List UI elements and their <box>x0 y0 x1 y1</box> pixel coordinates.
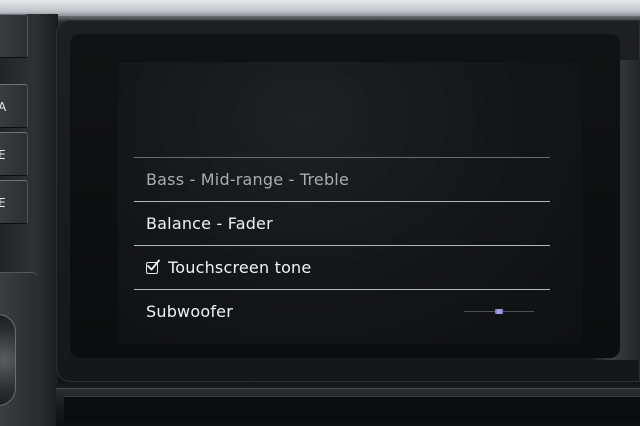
volume-knob[interactable] <box>0 314 16 406</box>
lower-slot <box>64 396 640 423</box>
hardware-button-e1[interactable]: E <box>0 132 28 176</box>
menu-item-label: Bass - Mid-range - Treble <box>146 170 349 189</box>
head-unit: A E E Bass - Mid-range - Treble Balance … <box>0 0 640 426</box>
sound-settings-menu: Bass - Mid-range - Treble Balance - Fade… <box>134 157 550 333</box>
hardware-button-label: A <box>0 85 6 127</box>
checkmark-icon <box>147 259 160 270</box>
menu-item-balance-fader[interactable]: Balance - Fader <box>134 202 550 245</box>
checkbox-checked-icon[interactable] <box>146 259 160 274</box>
menu-item-subwoofer[interactable]: Subwoofer <box>134 290 550 333</box>
hardware-button-label: E <box>0 133 6 175</box>
hardware-button-a[interactable]: A <box>0 84 28 128</box>
subwoofer-slider-thumb[interactable] <box>495 309 503 314</box>
hardware-button-e2[interactable]: E <box>0 180 28 224</box>
left-button-panel: A E E <box>0 14 58 426</box>
hardware-button-label: E <box>0 181 6 223</box>
menu-item-bass-mid-treble[interactable]: Bass - Mid-range - Treble <box>134 158 550 201</box>
menu-item-label: Touchscreen tone <box>168 258 312 277</box>
hardware-button-top[interactable] <box>0 14 28 58</box>
menu-item-label: Subwoofer <box>146 302 233 321</box>
subwoofer-slider[interactable] <box>464 309 534 314</box>
menu-item-label: Balance - Fader <box>146 214 273 233</box>
touchscreen[interactable]: Bass - Mid-range - Treble Balance - Fade… <box>118 62 582 344</box>
menu-item-touchscreen-tone[interactable]: Touchscreen tone <box>134 246 550 289</box>
top-trim <box>0 0 640 16</box>
